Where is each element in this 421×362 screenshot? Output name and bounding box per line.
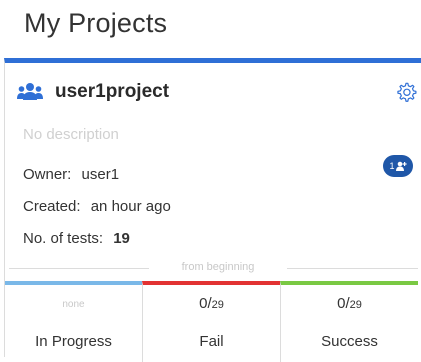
tests-row: No. of tests: 19 — [23, 230, 130, 247]
stat-fail-label: Fail — [199, 333, 224, 350]
project-description: No description — [23, 126, 119, 143]
stat-fail[interactable]: 0/29 Fail — [142, 281, 280, 362]
stat-in-progress-value: none — [62, 299, 85, 310]
project-card[interactable]: user1project No description Owner: user1… — [4, 58, 421, 362]
stat-in-progress[interactable]: none In Progress — [5, 281, 142, 362]
tests-label: No. of tests: — [23, 230, 104, 247]
divider-label: from beginning — [181, 261, 255, 273]
stat-fail-value: 0/29 — [199, 295, 224, 312]
divider-line-left — [9, 268, 149, 269]
card-header: user1project — [17, 81, 169, 103]
add-user-icon — [395, 161, 407, 171]
created-value: an hour ago — [90, 198, 171, 215]
tests-count: 19 — [113, 230, 130, 247]
owner-value: user1 — [81, 166, 120, 183]
stats-bar: none In Progress 0/29 Fail 0/29 Success — [5, 281, 418, 362]
stat-in-progress-label: In Progress — [35, 333, 112, 350]
created-label: Created: — [23, 198, 81, 215]
stat-success[interactable]: 0/29 Success — [280, 281, 418, 362]
divider-line-right — [287, 268, 418, 269]
stat-success-value: 0/29 — [337, 295, 362, 312]
stat-success-label: Success — [321, 333, 378, 350]
created-row: Created: an hour ago — [23, 198, 171, 215]
share-button[interactable]: 1 — [383, 155, 413, 177]
project-name[interactable]: user1project — [55, 81, 169, 103]
owner-row: Owner: user1 — [23, 166, 119, 183]
gear-icon[interactable] — [395, 81, 417, 103]
owner-label: Owner: — [23, 166, 72, 183]
page-title: My Projects — [24, 8, 168, 38]
group-icon — [17, 83, 43, 100]
